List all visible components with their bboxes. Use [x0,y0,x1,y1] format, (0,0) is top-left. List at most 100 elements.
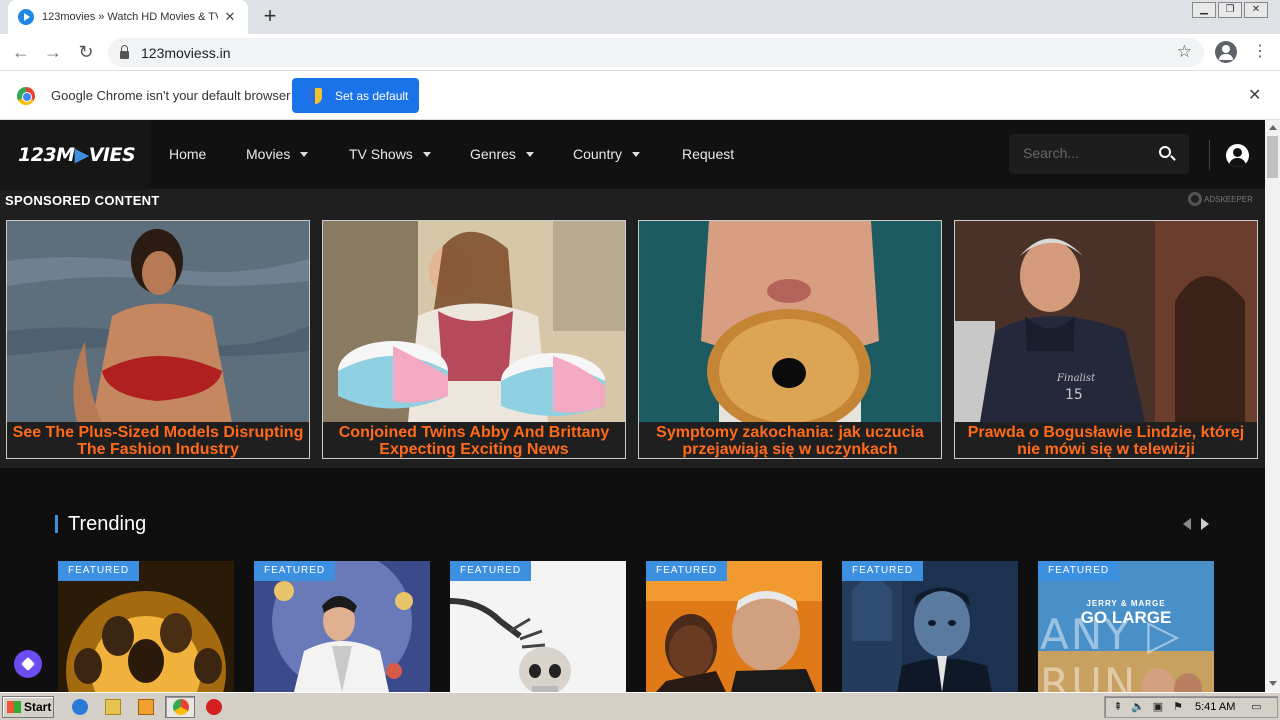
new-tab-button[interactable]: + [258,5,282,27]
ad-caption[interactable]: Prawda o Bogusławie Lindzie, której nie … [955,422,1257,459]
nav-genres[interactable]: Genres [470,146,573,162]
network-icon[interactable]: ▣ [1151,700,1165,714]
taskbar-chrome-button[interactable] [165,696,195,718]
ad-caption[interactable]: Symptomy zakochania: jak uczucia przejaw… [639,422,941,459]
main-nav: Home Movies TV Shows Genres Country Requ… [169,146,734,162]
header-divider [1209,140,1210,170]
svg-text:15: 15 [1065,387,1083,403]
scroll-up-arrow-icon[interactable] [1269,125,1277,130]
browser-toolbar: ← → ↻ 123moviess.in ☆ ⋮ [0,34,1280,71]
restore-button[interactable]: ❐ [1218,2,1242,18]
movie-poster[interactable]: FEATURED [450,561,626,692]
lock-icon[interactable] [120,44,129,59]
nav-tv-shows[interactable]: TV Shows [349,146,470,162]
ad-caption[interactable]: Conjoined Twins Abby And Brittany Expect… [323,422,625,459]
carousel-prev-icon[interactable] [1183,518,1191,530]
ad-image-twins[interactable] [323,221,625,422]
ad-caption[interactable]: See The Plus-Sized Models Disrupting The… [7,422,309,459]
chevron-down-icon [632,151,641,157]
tray-expand-icon[interactable]: ⇞ [1111,700,1125,714]
opera-icon[interactable] [206,699,222,715]
browser-tab-strip: 123movies » Watch HD Movies & TV ✕ + ▁ ❐… [0,0,1280,34]
featured-badge: FEATURED [842,561,924,581]
url-text[interactable]: 123moviess.in [141,45,231,61]
system-tray: ⇞ 🔈 ▣ ⚑ 5:41 AM ▭ [1104,696,1278,718]
chevron-down-icon [300,151,309,157]
volume-icon[interactable]: 🔈 [1131,700,1145,714]
movie-poster[interactable]: FEATURED [646,561,822,692]
taskbar-clock[interactable]: 5:41 AM [1195,701,1235,713]
internet-explorer-icon[interactable] [72,699,88,715]
action-center-flag-icon[interactable]: ⚑ [1171,700,1185,714]
sponsored-section: SPONSORED CONTENT ADSKEEPER See The Plus… [0,190,1265,468]
nav-home[interactable]: Home [169,146,246,162]
logo-play-icon: ▶ [74,144,90,166]
menu-kebab-icon[interactable]: ⋮ [1252,40,1268,64]
set-as-default-button[interactable]: Set as default [292,78,419,113]
movie-poster[interactable]: FEATURED [58,561,234,692]
nav-country[interactable]: Country [573,146,682,162]
bookmark-star-icon[interactable]: ☆ [1177,42,1192,62]
chrome-logo-icon [17,87,35,105]
infobar-message: Google Chrome isn't your default browser [51,88,291,103]
ad-image-model[interactable] [7,221,309,422]
ad-card[interactable]: See The Plus-Sized Models Disrupting The… [6,220,310,459]
minimize-button[interactable]: ▁ [1192,2,1216,18]
featured-badge: FEATURED [58,561,140,581]
sponsored-title: SPONSORED CONTENT [5,193,160,208]
movie-poster[interactable]: FEATURED [842,561,1018,692]
forward-arrow-icon[interactable]: → [41,40,65,64]
set-default-label: Set as default [335,88,409,103]
website-viewport: 123M▶VIES Home Movies TV Shows Genres Co… [0,120,1265,692]
folder-icon[interactable] [105,699,121,715]
page-scrollbar[interactable] [1265,120,1280,692]
featured-badge: FEATURED [254,561,336,581]
chevron-down-icon [525,151,534,157]
ad-image-donut[interactable] [639,221,941,422]
floating-assistant-button[interactable] [14,650,42,678]
search-icon[interactable] [1159,146,1171,158]
carousel-next-icon[interactable] [1201,518,1209,530]
ad-image-man[interactable]: Finalist 15 [955,221,1257,422]
adskeeper-logo[interactable]: ADSKEEPER [1188,192,1253,206]
search-input[interactable] [1023,145,1153,161]
ad-card[interactable]: Conjoined Twins Abby And Brittany Expect… [322,220,626,459]
movie-poster[interactable]: FEATURED [254,561,430,692]
show-desktop-icon[interactable]: ▭ [1249,700,1263,714]
address-bar[interactable]: 123moviess.in ☆ [108,38,1204,67]
browser-tab[interactable]: 123movies » Watch HD Movies & TV ✕ [8,0,248,34]
site-favicon-icon [18,9,34,25]
infobar-close-icon[interactable]: ✕ [1248,85,1261,105]
trending-accent-bar [55,515,58,533]
profile-avatar-icon[interactable] [1215,41,1237,63]
featured-badge: FEATURED [1038,561,1120,581]
nav-movies[interactable]: Movies [246,146,349,162]
logo-text[interactable]: 123M▶VIES [18,144,136,166]
close-tab-icon[interactable]: ✕ [222,9,238,25]
window-controls: ▁ ❐ ✕ [1192,2,1268,18]
close-window-button[interactable]: ✕ [1244,2,1268,18]
scroll-down-arrow-icon[interactable] [1269,681,1277,686]
uac-shield-icon [308,87,322,104]
reload-icon[interactable]: ↻ [74,40,98,64]
nav-request[interactable]: Request [682,146,734,162]
site-header: 123M▶VIES Home Movies TV Shows Genres Co… [0,120,1265,190]
default-browser-infobar: Google Chrome isn't your default browser… [0,71,1280,120]
featured-badge: FEATURED [646,561,728,581]
scroll-thumb[interactable] [1267,136,1278,178]
user-account-icon[interactable] [1226,144,1249,167]
back-arrow-icon[interactable]: ← [9,40,33,64]
search-box [1009,134,1189,174]
ad-card[interactable]: Symptomy zakochania: jak uczucia przejaw… [638,220,942,459]
media-player-icon[interactable] [138,699,154,715]
chrome-icon [173,699,189,715]
tab-title: 123movies » Watch HD Movies & TV [42,11,218,23]
site-logo[interactable]: 123M▶VIES [0,120,150,190]
windows-logo-icon [7,701,21,713]
adskeeper-key-icon [1188,192,1202,206]
start-button[interactable]: Start [2,696,54,718]
ad-card[interactable]: Finalist 15 Prawda o Bogusławie Lindzie,… [954,220,1258,459]
trending-title: Trending [68,513,147,535]
anyrun-watermark: ANY ▷ RUN [1040,610,1182,692]
featured-badge: FEATURED [450,561,532,581]
